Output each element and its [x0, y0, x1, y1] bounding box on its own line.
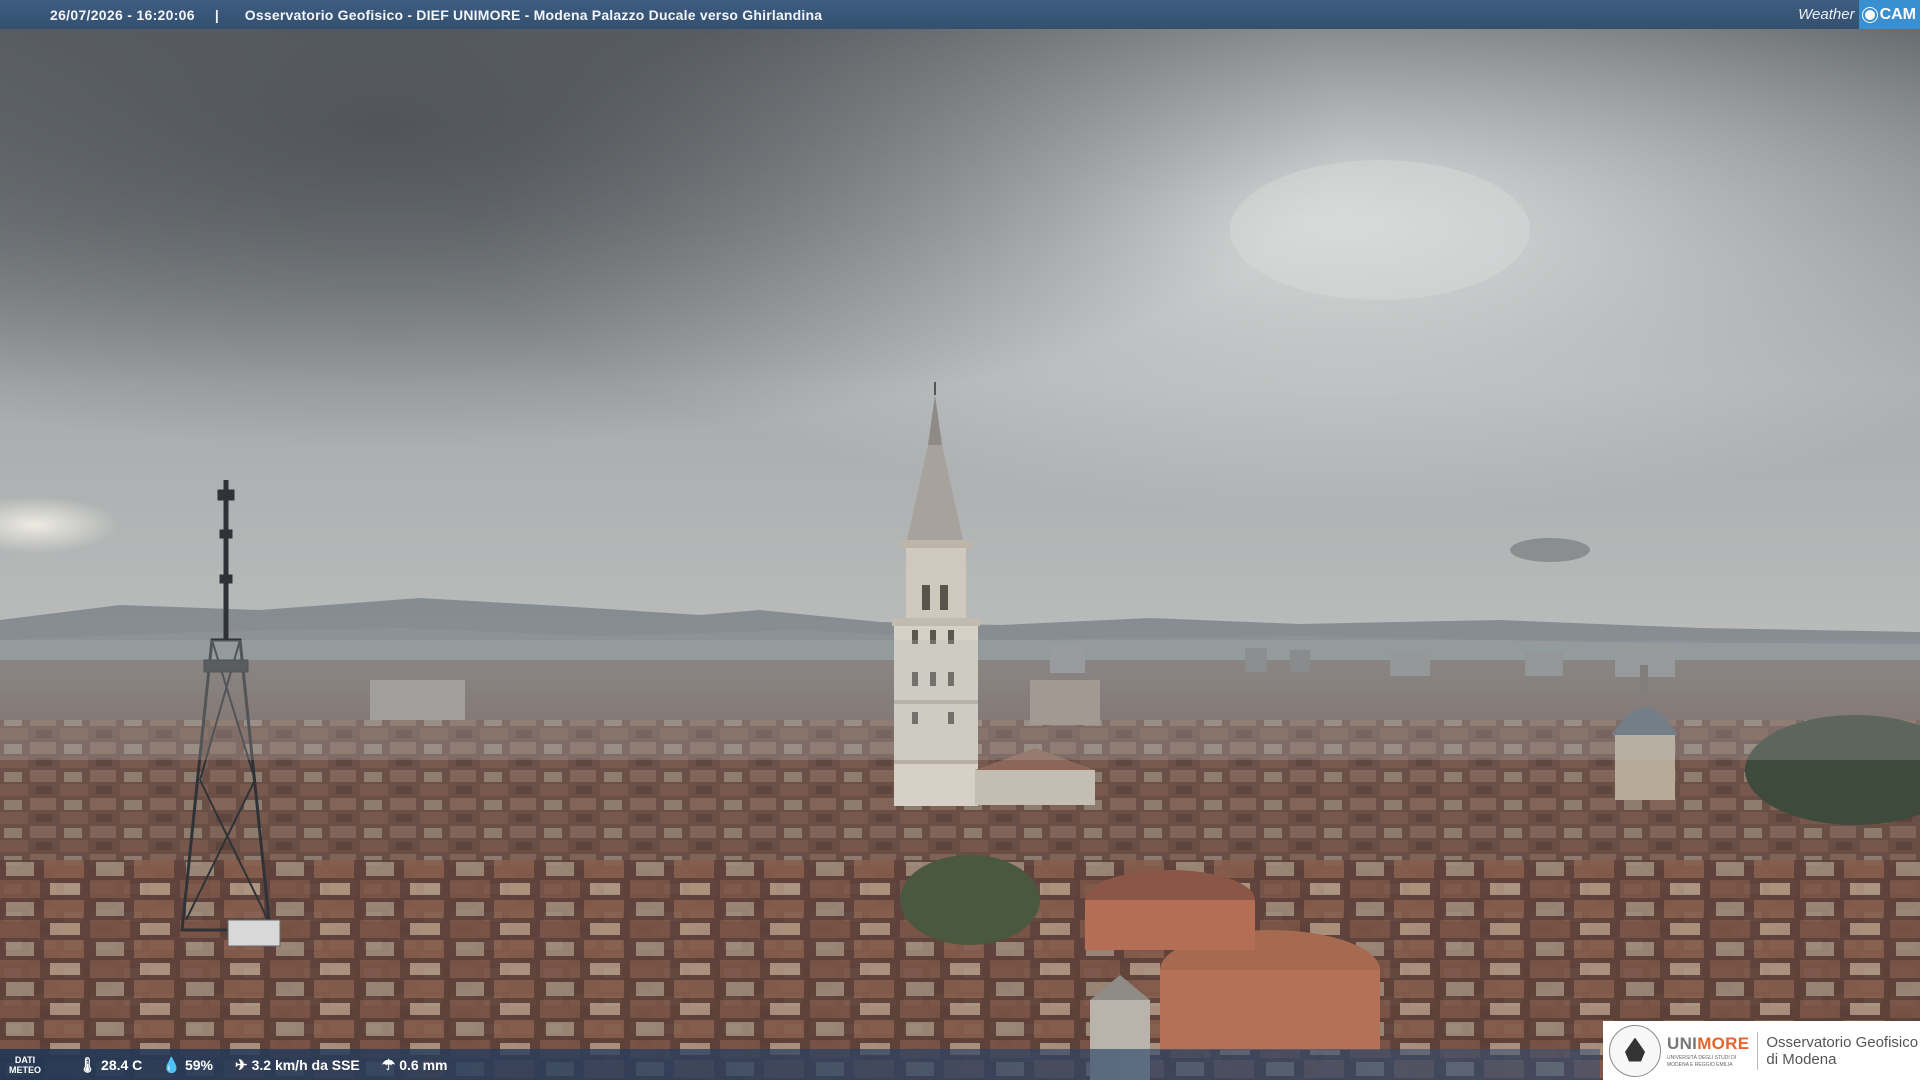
rain-value: 0.6 mm	[399, 1056, 448, 1073]
wind-reading: ✈ 3.2 km/h da SSE	[235, 1056, 360, 1074]
weather-label-line2: METEO	[8, 1064, 41, 1075]
temperature-reading: 🌡 28.4 C	[78, 1056, 142, 1074]
logo-divider	[1757, 1031, 1759, 1070]
unimore-observatory-logo: UNIMORE UNIVERSITÀ DEGLI STUDI DI MODENA…	[1603, 1021, 1920, 1080]
rain-reading: ☂ 0.6 mm	[382, 1056, 448, 1074]
weathercam-logo: Weather CAM	[1790, 0, 1920, 29]
observatory-name: Osservatorio Geofisico di Modena	[1766, 1034, 1918, 1068]
brand-cam-block: CAM	[1858, 0, 1920, 29]
weather-label-line1: DATI	[14, 1054, 36, 1065]
weather-data-strip: DATI METEO 🌡 28.4 C 💧 59% ✈ 3.2 km/h da …	[0, 1049, 1600, 1080]
humidity-reading: 💧 59%	[162, 1056, 213, 1074]
unimore-subtitle-1: UNIVERSITÀ DEGLI STUDI DI	[1667, 1054, 1737, 1061]
university-seal-icon	[1609, 1024, 1661, 1077]
unimore-wordmark: UNIMORE UNIVERSITÀ DEGLI STUDI DI MODENA…	[1667, 1034, 1749, 1068]
observatory-name-line2: di Modena	[1766, 1050, 1837, 1068]
camera-info-bar: 26/07/2026 - 16:20:06 | Osservatorio Geo…	[0, 0, 1920, 29]
unimore-name: UNIMORE	[1667, 1034, 1749, 1054]
thermometer-icon: 🌡	[78, 1056, 98, 1074]
webcam-scene	[0, 0, 1920, 1080]
brand-weather-text: Weather	[1798, 6, 1855, 23]
unimore-name-part2: MORE	[1697, 1033, 1750, 1053]
unimore-name-part1: UNI	[1667, 1033, 1698, 1053]
temperature-value: 28.4 C	[101, 1056, 143, 1073]
camera-title: Osservatorio Geofisico - DIEF UNIMORE - …	[244, 6, 823, 23]
humidity-value: 59%	[184, 1056, 214, 1073]
brand-cam-text: CAM	[1879, 6, 1916, 23]
timestamp: 26/07/2026 - 16:20:06	[50, 6, 195, 23]
wind-icon: ✈	[235, 1056, 248, 1074]
weather-label: DATI METEO	[0, 1055, 50, 1075]
humidity-icon: 💧	[162, 1056, 181, 1074]
rain-gauge-icon: ☂	[381, 1056, 396, 1074]
separator: |	[214, 6, 219, 23]
observatory-name-line1: Osservatorio Geofisico	[1766, 1033, 1919, 1051]
camera-lens-icon	[1862, 7, 1877, 22]
unimore-subtitle-2: MODENA E REGGIO EMILIA	[1667, 1061, 1733, 1068]
wind-value: 3.2 km/h da SSE	[251, 1056, 360, 1073]
